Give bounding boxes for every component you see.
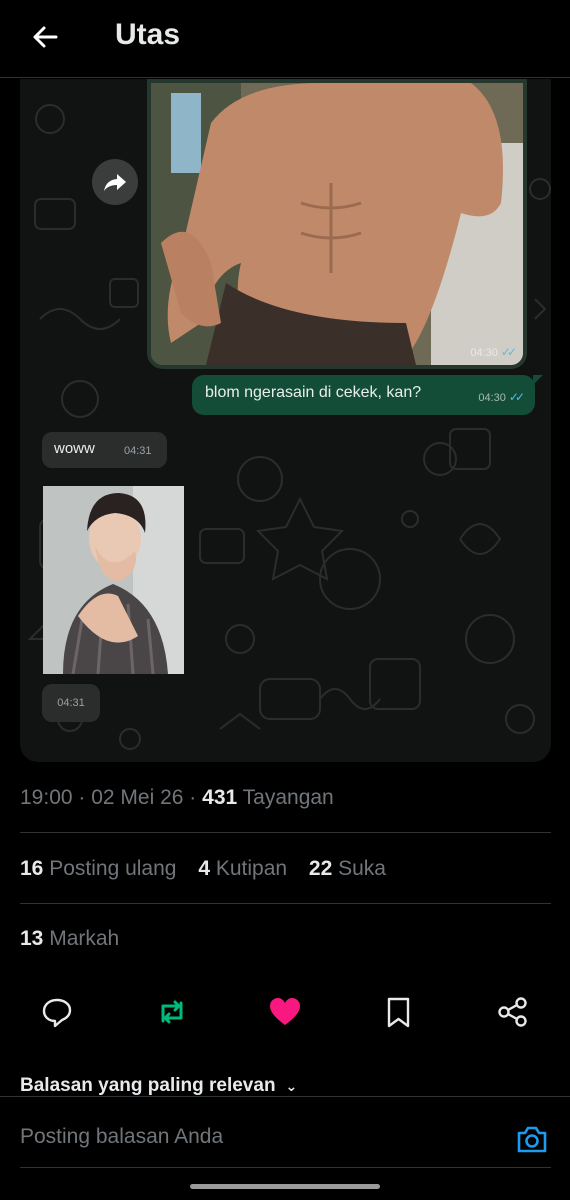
reply-input-underline bbox=[20, 1167, 551, 1168]
bubble-tail bbox=[533, 375, 543, 385]
reposts-stat[interactable]: 16 Posting ulang bbox=[20, 857, 176, 880]
shared-photo-2[interactable] bbox=[43, 486, 184, 674]
like-icon bbox=[270, 998, 300, 1025]
reply-button[interactable] bbox=[40, 995, 74, 1029]
like-button[interactable] bbox=[268, 995, 302, 1029]
repost-icon bbox=[161, 1000, 183, 1024]
replies-sort-dropdown[interactable]: Balasan yang paling relevan ⌄ bbox=[20, 1075, 297, 1097]
divider bbox=[20, 832, 551, 833]
divider bbox=[20, 903, 551, 904]
photo-man-covering-mouth bbox=[43, 486, 184, 674]
repost-button[interactable] bbox=[155, 995, 189, 1029]
photo2-timestamp: 04:31 bbox=[42, 684, 100, 722]
incoming-message-text: woww bbox=[54, 440, 95, 457]
bookmark-icon bbox=[387, 997, 410, 1028]
outgoing-message-text: blom ngerasain di cekek, kan? bbox=[205, 384, 422, 401]
post-date: 02 Mei 26 bbox=[91, 786, 184, 809]
incoming-message-timestamp: 04:31 bbox=[124, 445, 152, 457]
read-receipt-icon: ✓✓ bbox=[508, 390, 525, 404]
views-count: 431 bbox=[202, 786, 238, 809]
likes-stat[interactable]: 22 Suka bbox=[309, 857, 386, 880]
outgoing-message-timestamp: 04:30 ✓✓ bbox=[478, 390, 525, 404]
replies-sort-label: Balasan yang paling relevan bbox=[20, 1075, 276, 1096]
reply-icon bbox=[42, 998, 72, 1028]
outgoing-message-bubble: blom ngerasain di cekek, kan? 04:30 ✓✓ bbox=[192, 375, 543, 415]
share-icon bbox=[498, 997, 527, 1027]
photo-shirtless-torso bbox=[151, 83, 523, 365]
read-receipt-icon: ✓✓ bbox=[500, 345, 517, 359]
share-button[interactable] bbox=[496, 995, 530, 1029]
forward-button[interactable] bbox=[92, 159, 138, 205]
post-time: 19:00 bbox=[20, 786, 73, 809]
bookmarks-stat: 13 Markah bbox=[20, 927, 120, 950]
home-indicator[interactable] bbox=[190, 1184, 380, 1189]
forward-arrow-icon bbox=[104, 174, 126, 191]
arrow-left-icon[interactable] bbox=[30, 22, 60, 52]
shared-photo-1[interactable]: 04:30 ✓✓ bbox=[147, 79, 527, 369]
chevron-down-icon: ⌄ bbox=[285, 1078, 298, 1094]
top-bar: Utas bbox=[0, 0, 570, 78]
chat-screenshot-image[interactable]: 04:30 ✓✓ blom ngerasain di cekek, kan? 04… bbox=[20, 79, 551, 762]
quotes-stat[interactable]: 4 Kutipan bbox=[198, 857, 287, 880]
views-label: Tayangan bbox=[242, 786, 334, 809]
camera-icon[interactable] bbox=[515, 1122, 549, 1156]
page-title: Utas bbox=[115, 18, 181, 51]
engagement-stats: 16 Posting ulang 4 Kutipan 22 Suka bbox=[20, 857, 402, 881]
bookmark-button[interactable] bbox=[382, 995, 416, 1029]
incoming-message-bubble: woww 04:31 bbox=[42, 432, 167, 468]
photo1-timestamp: 04:30 ✓✓ bbox=[470, 345, 517, 359]
reply-input[interactable]: Posting balasan Anda bbox=[20, 1125, 223, 1149]
post-timestamp-views: 19:00 · 02 Mei 26 · 431 Tayangan bbox=[20, 786, 334, 809]
